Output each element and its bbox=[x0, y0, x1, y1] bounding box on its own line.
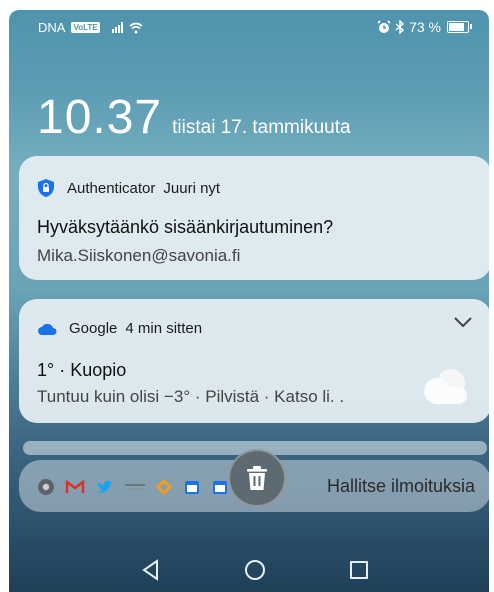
notification-google-weather[interactable]: Google 4 min sitten 1° · Kuopio Tuntuu k… bbox=[19, 299, 489, 423]
carrier-label: DNA bbox=[38, 20, 66, 35]
volte-badge: VoLTE bbox=[71, 22, 100, 33]
trash-icon bbox=[247, 466, 267, 490]
navigation-bar bbox=[9, 550, 489, 592]
battery-icon bbox=[447, 21, 472, 33]
news-icon bbox=[125, 484, 145, 490]
battery-percent: 73 % bbox=[409, 19, 441, 35]
home-icon[interactable] bbox=[241, 556, 269, 584]
status-bar: DNA VoLTE 73 % bbox=[9, 10, 489, 46]
notification-body: Tuntuu kuin olisi −3° · Pilvistä · Katso… bbox=[37, 387, 345, 406]
manage-notifications-label[interactable]: Hallitse ilmoituksia bbox=[327, 476, 475, 497]
calendar-icon bbox=[213, 481, 227, 494]
notification-app-name: Google bbox=[69, 320, 118, 337]
calendar-icon bbox=[185, 481, 199, 494]
twitter-icon bbox=[97, 480, 113, 493]
recents-icon[interactable] bbox=[345, 556, 373, 584]
weather-cloud-icon bbox=[424, 369, 467, 404]
clock-date: tiistai 17. tammikuuta bbox=[172, 117, 351, 138]
wifi-icon bbox=[129, 22, 143, 33]
lock-clock: 10.37 tiistai 17. tammikuuta bbox=[37, 90, 351, 145]
alarm-icon bbox=[377, 20, 391, 33]
shield-lock-icon bbox=[38, 179, 54, 197]
notification-title: 1° · Kuopio bbox=[37, 360, 127, 380]
chrome-icon bbox=[38, 479, 54, 495]
clock-time: 10.37 bbox=[37, 91, 163, 144]
app-icon bbox=[155, 478, 173, 496]
signal-icon bbox=[111, 22, 123, 33]
chevron-down-icon[interactable] bbox=[453, 316, 473, 328]
cloud-icon bbox=[38, 323, 57, 335]
clear-all-button[interactable] bbox=[228, 449, 286, 507]
notification-time: 4 min sitten bbox=[125, 320, 203, 337]
notification-app-name: Authenticator bbox=[67, 179, 156, 197]
notification-time: Juuri nyt bbox=[163, 179, 221, 197]
gmail-icon bbox=[65, 479, 85, 493]
notification-authenticator[interactable]: Authenticator Juuri nyt Hyväksytäänkö si… bbox=[19, 156, 489, 280]
back-icon[interactable] bbox=[137, 556, 165, 584]
notification-title: Hyväksytäänkö sisäänkirjautuminen? bbox=[37, 217, 334, 237]
bluetooth-icon bbox=[395, 20, 405, 34]
notification-body: Mika.Siiskonen@savonia.fi bbox=[37, 246, 241, 265]
lock-screen: DNA VoLTE 73 % 10.37 tiistai 17. tammiku… bbox=[9, 10, 489, 592]
